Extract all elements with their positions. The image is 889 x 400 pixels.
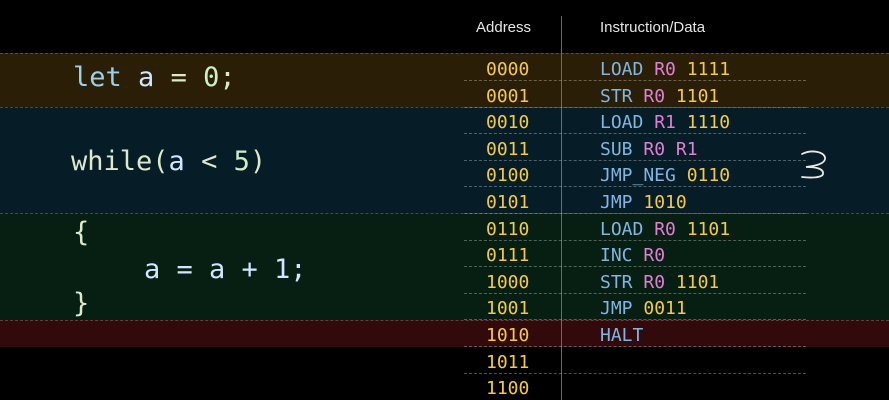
memory-instruction: JMP 1010 [600,192,687,213]
opcode: LOAD [600,59,644,80]
opcode: SUB [600,138,633,160]
memory-row: 1001 JMP 0011 [0,294,889,321]
register: R0 [643,271,666,293]
instruction-header: Instruction/Data [600,19,706,36]
memory-row: 0011 SUB R0 R1 [0,135,889,161]
register: R1 [675,138,698,160]
register: R0 [643,138,666,160]
memory-row: 0010 LOAD R1 1110 [0,108,889,135]
memory-instruction: LOAD R1 1110 [600,112,730,133]
opcode: INC [600,245,633,267]
band-separator [0,53,889,54]
opcode: STR [600,85,633,107]
memory-address: 0110 [486,218,530,240]
operand-value: 1101 [675,85,720,107]
memory-instruction: LOAD R0 1111 [600,59,730,80]
memory-address: 0001 [486,85,530,107]
opcode: LOAD [600,112,644,134]
memory-instruction: STR R0 1101 [600,272,719,293]
operand-value: 1101 [675,271,720,293]
memory-address: 0000 [486,59,530,80]
memory-row: 1010 HALT [0,321,889,347]
memory-address: 0010 [486,112,530,134]
address-header: Address [476,19,532,36]
memory-address: 0011 [486,138,530,160]
memory-row: 0101 JMP 1010 [0,188,889,214]
operand-value: 1101 [686,218,731,240]
memory-address: 1011 [486,351,530,373]
memory-row: 1011 [0,348,889,374]
operand-value: 0110 [686,165,731,187]
memory-row: 0110 LOAD R0 1101 [0,215,889,241]
opcode: JMP_NEG [600,165,676,187]
memory-instruction: STR R0 1101 [600,86,719,107]
memory-instruction: LOAD R0 1101 [600,219,730,240]
register: R1 [654,112,676,134]
memory-address: 1010 [486,325,530,346]
opcode: STR [600,271,633,293]
memory-address: 0111 [486,245,530,267]
register: R0 [654,218,676,240]
register: R0 [643,245,666,267]
memory-row: 1100 [0,374,889,400]
memory-row: 1000 STR R0 1101 [0,268,889,294]
memory-address: 1001 [486,298,530,320]
opcode: LOAD [600,218,644,240]
memory-row: 0111 INC R0 [0,241,889,268]
memory-address: 0101 [486,192,530,213]
memory-instruction: JMP_NEG 0110 [600,165,730,186]
memory-instruction: INC R0 [600,245,665,266]
memory-row: 0100 JMP_NEG 0110 [0,161,889,188]
opcode: JMP [600,298,633,320]
operand-value: 0011 [643,298,687,320]
memory-address: 1000 [486,271,530,293]
opcode: HALT [600,325,644,346]
memory-instruction: SUB R0 R1 [600,139,698,160]
register: R0 [643,85,666,107]
memory-row: 0001 STR R0 1101 [0,82,889,108]
operand-value: 1110 [686,112,731,134]
operand-value: 1010 [643,192,687,213]
memory-address: 1100 [486,378,530,400]
memory-row: 0000 LOAD R0 1111 [0,55,889,81]
memory-instruction: JMP 0011 [600,298,687,319]
opcode: JMP [600,192,633,213]
loop-scribble-icon [801,150,826,179]
operand-value: 1111 [686,59,731,80]
register: R0 [654,59,676,80]
memory-address: 0100 [486,165,530,187]
memory-instruction: HALT [600,325,643,346]
